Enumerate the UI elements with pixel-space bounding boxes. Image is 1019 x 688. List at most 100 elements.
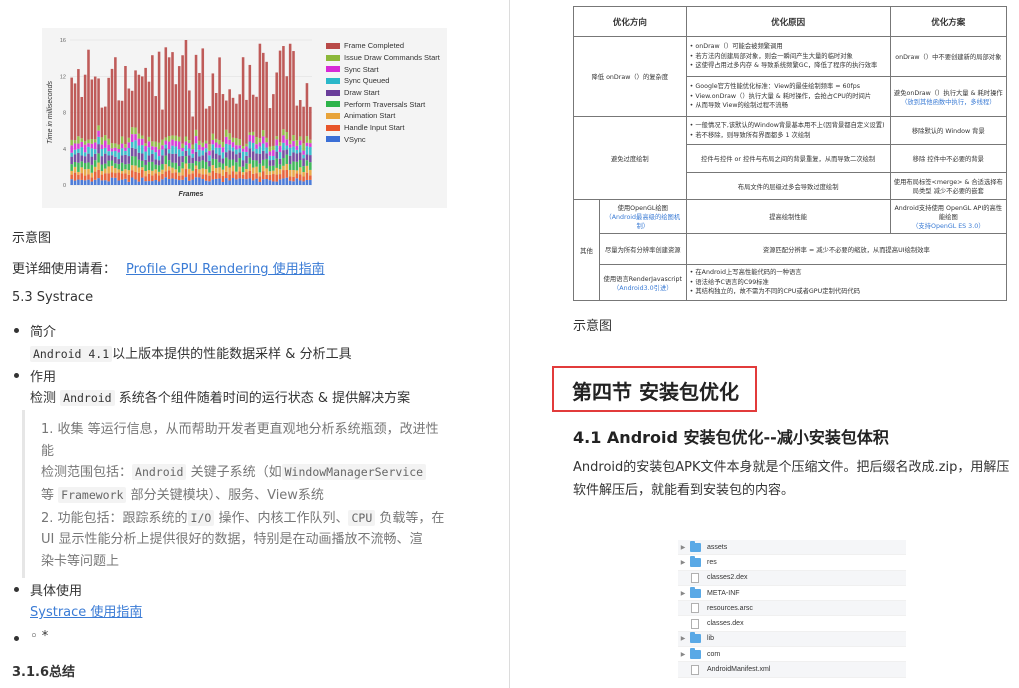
bar-segment	[151, 175, 154, 182]
bar-segment	[107, 144, 110, 152]
cell-direction-overdraw: 避免过度绘制	[573, 116, 687, 200]
cell-merged-list: • 在Android上写高性能代码的一种语言 • 语法给予C语言的C99标准 • 其…	[685, 264, 1008, 301]
bar-segment	[120, 143, 124, 149]
bar-segment	[120, 100, 124, 137]
reason-item: • Google官方性能优化标准：View的最佳绘制频率 = 60fps	[689, 83, 861, 91]
bar-segment	[73, 166, 77, 173]
bar-segment	[231, 137, 235, 143]
bar-segment	[127, 174, 131, 182]
bar-segment	[130, 90, 134, 128]
more-info-line: 更详细使用请看： Profile GPU Rendering 使用指南	[12, 258, 325, 277]
bar-segment	[261, 136, 265, 144]
file-icon	[691, 618, 699, 629]
reason-item: • 若不移除，则导致所有界面都多 1 次绘制	[689, 131, 811, 139]
file-row[interactable]: ▶ lib	[678, 631, 906, 648]
bar-segment	[228, 174, 231, 181]
table-row: 其他 使用OpenGL绘图 （Android最高级的绘图机制） 提高绘制性能 An…	[573, 199, 1008, 301]
bar-segment	[265, 142, 268, 148]
folder-icon	[690, 586, 701, 598]
bar-segment	[147, 155, 151, 162]
file-row[interactable]: AndroidManifest.xml	[678, 662, 906, 678]
bar-segment	[241, 160, 245, 167]
bar-segment	[110, 165, 114, 173]
expand-chevron-icon[interactable]: ▶	[678, 559, 688, 566]
bar-segment	[194, 129, 198, 137]
expand-chevron-icon[interactable]: ▶	[678, 635, 688, 642]
bar-segment	[140, 138, 144, 146]
bar-segment	[288, 164, 292, 170]
bar-segment	[228, 89, 231, 134]
bar-segment	[188, 90, 191, 141]
bar-segment	[275, 167, 278, 175]
folder-icon	[690, 555, 701, 567]
bar-segment	[235, 179, 238, 185]
file-row[interactable]: ▶ assets	[678, 540, 906, 556]
file-row[interactable]: classes.dex	[678, 616, 906, 632]
bar-segment	[272, 159, 275, 166]
bar-segment	[204, 152, 208, 162]
bar-segment	[77, 69, 80, 137]
bar-segment	[104, 140, 107, 148]
file-row[interactable]: ▶ com	[678, 647, 906, 663]
bar-segment	[285, 132, 289, 140]
bar-segment	[268, 108, 272, 147]
cell-reason: 提高绘制性能	[685, 199, 891, 234]
bar-segment	[154, 179, 157, 185]
bar-segment	[245, 169, 248, 173]
bar-segment	[272, 156, 275, 160]
bar-segment	[305, 142, 309, 147]
file-row[interactable]: ▶ res	[678, 555, 906, 571]
file-row[interactable]: ▶ META-INF	[678, 586, 906, 602]
bar-segment	[134, 140, 137, 149]
bar-segment	[231, 165, 235, 172]
expand-chevron-icon[interactable]: ▶	[678, 651, 688, 658]
bar-segment	[204, 169, 208, 175]
bar-segment	[288, 140, 292, 145]
reason-item: • 若方法内创建局部对象，则会一瞬间产生大量的临时对象	[689, 52, 853, 60]
bar-segment	[265, 147, 268, 154]
bar-segment	[275, 72, 278, 137]
bar-segment	[171, 153, 174, 163]
bar-segment	[241, 57, 245, 147]
bar-segment	[130, 141, 134, 148]
bar-segment	[201, 174, 205, 180]
bar-segment	[161, 164, 164, 170]
bar-segment	[181, 162, 184, 169]
bar-segment	[235, 137, 238, 146]
bar-segment	[120, 173, 124, 180]
bar-segment	[100, 171, 104, 175]
apk-file-list: ▶ assets ▶ res classes2.dex ▶ META-INF resource…	[678, 540, 906, 678]
expand-chevron-icon[interactable]: ▶	[678, 590, 688, 597]
bar-segment	[151, 161, 154, 171]
legend-label: Handle Input Start	[344, 123, 405, 133]
file-row[interactable]: classes2.dex	[678, 570, 906, 586]
bar-segment	[87, 146, 90, 154]
systrace-guide-link[interactable]: Systrace 使用指南	[30, 605, 142, 620]
quote-line: 1. 收集 等运行信息，从而帮助开发者更直观地分析系统瓶颈，改进性	[41, 422, 439, 437]
blockquote: 1. 收集 等运行信息，从而帮助开发者更直观地分析系统瓶颈，改进性 能 检测范围…	[22, 410, 444, 578]
bar-segment	[241, 178, 245, 185]
profile-gpu-link[interactable]: Profile GPU Rendering 使用指南	[126, 262, 325, 277]
bar-segment	[184, 177, 188, 185]
file-row[interactable]: resources.arsc	[678, 601, 906, 617]
bar-segment	[144, 176, 147, 182]
bar-segment	[97, 136, 100, 145]
bar-segment	[278, 169, 282, 175]
bar-segment	[292, 176, 295, 182]
bar-segment	[90, 181, 94, 185]
bar-segment	[295, 161, 299, 171]
bar-segment	[295, 153, 299, 162]
bar-segment	[305, 83, 309, 137]
bar-segment	[124, 150, 127, 155]
bar-segment	[70, 145, 73, 153]
bar-segment	[245, 146, 248, 152]
expand-chevron-icon[interactable]: ▶	[678, 544, 688, 551]
bar-segment	[188, 174, 191, 181]
bar-segment	[114, 168, 117, 174]
bar-segment	[272, 150, 275, 157]
direction-text: 使用OpenGL绘图	[617, 205, 668, 212]
bar-segment	[188, 155, 191, 164]
file-icon	[691, 664, 699, 675]
bar-segment	[137, 159, 141, 168]
bar-segment	[188, 140, 191, 144]
